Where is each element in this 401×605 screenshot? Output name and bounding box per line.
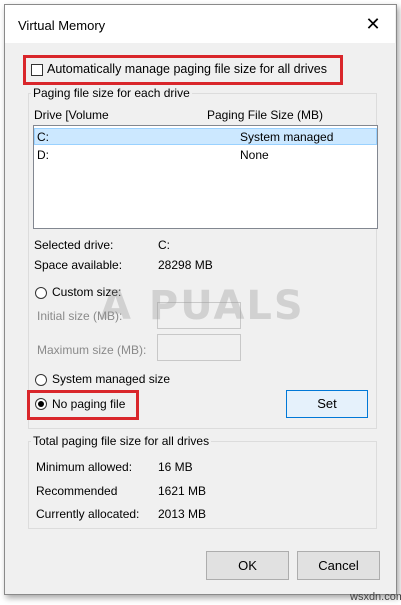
close-icon[interactable]: ✕ — [360, 11, 386, 37]
recommended-label: Recommended — [36, 484, 118, 498]
no-paging-radio[interactable] — [35, 398, 47, 410]
minimum-allowed-label: Minimum allowed: — [36, 460, 133, 474]
footer-watermark: wsxdn.com — [350, 591, 401, 603]
drive-row-c-drive: C: — [37, 130, 49, 144]
window-title: Virtual Memory — [18, 18, 106, 33]
drive-row-c-size: System managed — [240, 130, 334, 144]
selected-drive-value: C: — [158, 238, 170, 252]
auto-manage-label: Automatically manage paging file size fo… — [47, 62, 327, 76]
recommended-value: 1621 MB — [158, 484, 207, 498]
selected-drive-label: Selected drive: — [34, 238, 114, 252]
maximum-size-label: Maximum size (MB): — [37, 343, 147, 357]
ok-button[interactable]: OK — [206, 551, 289, 580]
currently-allocated-value: 2013 MB — [158, 507, 207, 521]
minimum-allowed-value: 16 MB — [158, 460, 193, 474]
currently-allocated-label: Currently allocated: — [36, 507, 140, 521]
set-button[interactable]: Set — [286, 390, 368, 418]
maximum-size-input[interactable] — [157, 334, 241, 361]
totals-group-legend: Total paging file size for all drives — [31, 434, 212, 448]
drives-group-legend: Paging file size for each drive — [31, 86, 192, 100]
column-header-drive: Drive [Volume — [34, 108, 109, 122]
system-managed-label: System managed size — [52, 372, 171, 386]
custom-size-radio[interactable] — [35, 287, 47, 299]
no-paging-label: No paging file — [52, 397, 126, 411]
space-available-value: 28298 MB — [158, 258, 213, 272]
drive-row-d-size[interactable]: None — [240, 148, 269, 162]
column-header-size: Paging File Size (MB) — [207, 108, 324, 122]
auto-manage-checkbox[interactable] — [31, 64, 43, 76]
watermark-logo: A PUALS — [100, 283, 305, 329]
drive-row-d-drive[interactable]: D: — [37, 148, 49, 162]
system-managed-radio[interactable] — [35, 374, 47, 386]
space-available-label: Space available: — [34, 258, 123, 272]
cancel-button[interactable]: Cancel — [297, 551, 380, 580]
